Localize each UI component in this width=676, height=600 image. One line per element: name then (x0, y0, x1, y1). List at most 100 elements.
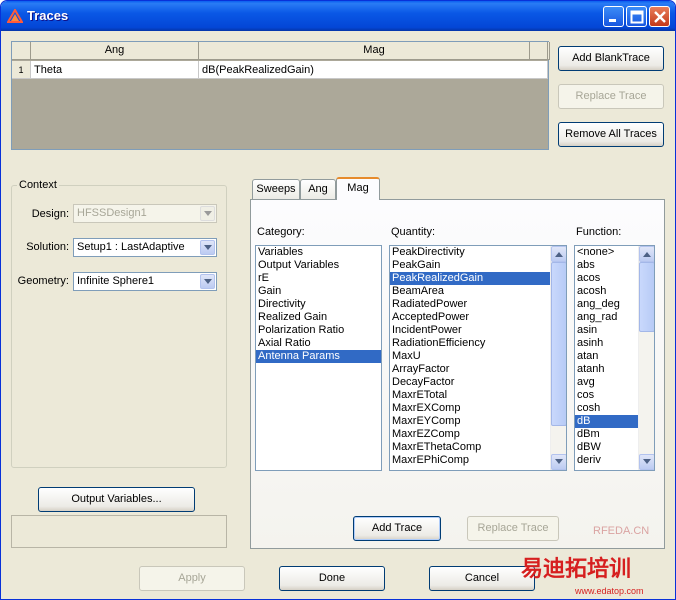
function-list[interactable]: <none> abs acos acosh ang_deg ang_rad as… (574, 245, 655, 471)
apply-button[interactable]: Apply (139, 566, 245, 591)
list-item[interactable]: Polarization Ratio (256, 324, 381, 337)
tab-mag[interactable]: Mag (336, 177, 380, 200)
list-item[interactable]: MaxrEXComp (390, 402, 550, 415)
list-item[interactable]: DecayFactor (390, 376, 550, 389)
list-item[interactable]: IncidentPower (390, 324, 550, 337)
list-item[interactable]: RadiationEfficiency (390, 337, 550, 350)
maximize-button[interactable] (626, 6, 647, 27)
list-item[interactable]: dBW (575, 441, 638, 454)
trace-cell-mag[interactable]: dB(PeakRealizedGain) (199, 61, 548, 79)
list-item[interactable]: BeamArea (390, 285, 550, 298)
list-item-selected[interactable]: dB (575, 415, 638, 428)
list-item[interactable]: MaxrEZComp (390, 428, 550, 441)
column-header-ang[interactable]: Ang (31, 42, 199, 60)
trace-cell-ang[interactable]: Theta (31, 61, 199, 79)
replace-trace-panel-button[interactable]: Replace Trace (467, 516, 559, 541)
minimize-button[interactable] (603, 6, 624, 27)
category-list[interactable]: Variables Output Variables rE Gain Direc… (255, 245, 382, 471)
list-item[interactable]: deriv (575, 454, 638, 467)
list-item[interactable]: MaxrETotal (390, 389, 550, 402)
list-item[interactable]: avg (575, 376, 638, 389)
row-index: 1 (12, 61, 31, 79)
quantity-scrollbar[interactable] (550, 246, 566, 470)
scroll-up-button[interactable] (551, 246, 566, 262)
geometry-value: Infinite Sphere1 (77, 275, 155, 287)
list-item[interactable]: ang_deg (575, 298, 638, 311)
solution-select[interactable]: Setup1 : LastAdaptive (73, 238, 217, 257)
list-item[interactable]: RadiatedPower (390, 298, 550, 311)
list-item[interactable]: atanh (575, 363, 638, 376)
category-label: Category: (257, 226, 305, 238)
column-header-mag[interactable]: Mag (199, 42, 550, 60)
chevron-down-icon (200, 206, 215, 221)
close-icon (654, 11, 666, 23)
list-item[interactable]: ArrayFactor (390, 363, 550, 376)
title-bar[interactable]: Traces (1, 1, 675, 31)
chevron-down-icon (555, 459, 563, 464)
close-button[interactable] (649, 6, 670, 27)
tab-ang[interactable]: Ang (300, 179, 336, 199)
list-item-selected[interactable]: PeakRealizedGain (390, 272, 550, 285)
list-item[interactable]: <none> (575, 246, 638, 259)
context-group (11, 185, 227, 468)
done-button[interactable]: Done (279, 566, 385, 591)
cancel-button[interactable]: Cancel (429, 566, 535, 591)
list-item[interactable]: rE (256, 272, 381, 285)
scroll-up-button[interactable] (639, 246, 654, 262)
remove-all-traces-button[interactable]: Remove All Traces (558, 122, 664, 147)
list-item[interactable]: MaxrEYComp (390, 415, 550, 428)
list-item[interactable]: MaxrEThetaComp (390, 441, 550, 454)
maximize-icon (630, 10, 644, 24)
list-item[interactable]: PeakDirectivity (390, 246, 550, 259)
output-variables-button[interactable]: Output Variables... (38, 487, 195, 512)
list-item[interactable]: Gain (256, 285, 381, 298)
scroll-thumb[interactable] (639, 262, 654, 332)
chevron-down-icon (200, 274, 215, 289)
list-item[interactable]: dBm (575, 428, 638, 441)
list-item[interactable]: acosh (575, 285, 638, 298)
scroll-down-button[interactable] (639, 454, 654, 470)
list-item[interactable]: Output Variables (256, 259, 381, 272)
add-trace-button[interactable]: Add Trace (353, 516, 441, 541)
rfeda-watermark: RFEDA.CN (593, 525, 650, 537)
edatop-url: www.edatop.com (575, 586, 644, 596)
traces-grid[interactable]: Ang Mag 1 Theta dB(PeakRealizedGain) (11, 41, 550, 150)
geometry-label: Geometry: (17, 275, 69, 287)
app-icon (7, 9, 23, 23)
list-item[interactable]: cosh (575, 402, 638, 415)
list-item[interactable]: Directivity (256, 298, 381, 311)
list-item-selected[interactable]: Antenna Params (256, 350, 381, 363)
scroll-down-button[interactable] (551, 454, 566, 470)
list-item[interactable]: Variables (256, 246, 381, 259)
list-item[interactable]: ang_rad (575, 311, 638, 324)
design-value: HFSSDesign1 (77, 207, 147, 219)
tab-sweeps[interactable]: Sweeps (252, 179, 300, 199)
quantity-list[interactable]: PeakDirectivity PeakGain PeakRealizedGai… (389, 245, 567, 471)
list-item[interactable]: AcceptedPower (390, 311, 550, 324)
list-item[interactable]: MaxrEPhiComp (390, 454, 550, 467)
list-item[interactable]: Realized Gain (256, 311, 381, 324)
function-scrollbar[interactable] (638, 246, 654, 470)
chevron-down-icon (200, 240, 215, 255)
chevron-up-icon (555, 252, 563, 257)
list-item[interactable]: asinh (575, 337, 638, 350)
grid-corner (12, 42, 31, 60)
add-blank-trace-button[interactable]: Add BlankTrace (558, 46, 664, 71)
scroll-thumb[interactable] (551, 262, 566, 426)
list-item[interactable]: abs (575, 259, 638, 272)
geometry-select[interactable]: Infinite Sphere1 (73, 272, 217, 291)
chevron-down-icon (643, 459, 651, 464)
list-item[interactable]: PeakGain (390, 259, 550, 272)
list-item[interactable]: asin (575, 324, 638, 337)
design-select[interactable]: HFSSDesign1 (73, 204, 217, 223)
context-legend: Context (17, 179, 59, 191)
list-item[interactable]: acos (575, 272, 638, 285)
list-item[interactable]: atan (575, 350, 638, 363)
list-item[interactable]: MaxU (390, 350, 550, 363)
list-item[interactable]: cos (575, 389, 638, 402)
design-label: Design: (31, 208, 69, 220)
replace-trace-button[interactable]: Replace Trace (558, 84, 664, 109)
list-item[interactable]: Axial Ratio (256, 337, 381, 350)
function-label: Function: (576, 226, 622, 238)
status-box (11, 515, 227, 548)
